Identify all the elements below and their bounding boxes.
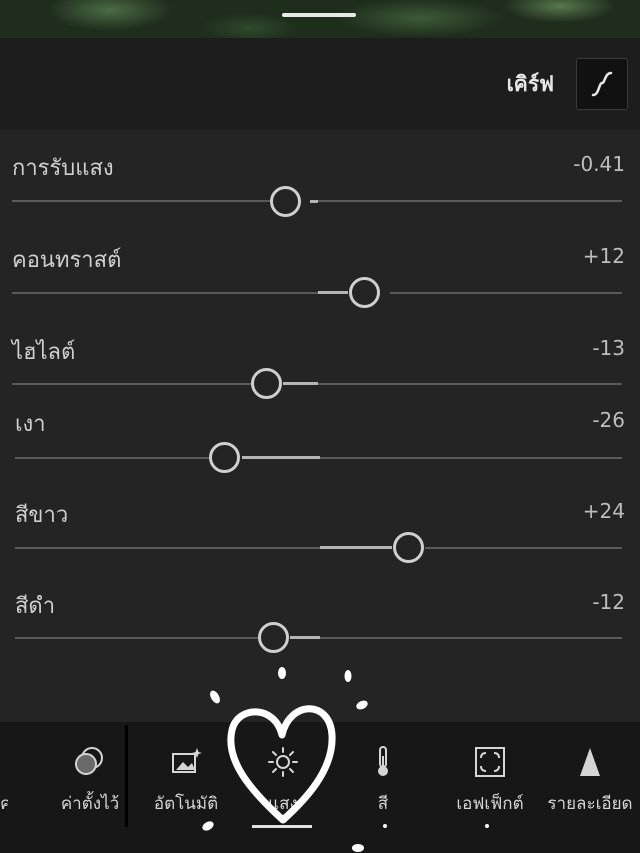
slider-label-whites: สีขาว [15, 503, 69, 528]
tab-label-effects: เอฟเฟ็กต์ [456, 794, 524, 814]
slider-track-highlights[interactable] [12, 383, 252, 385]
slider-track-blacks[interactable] [15, 637, 259, 639]
slider-track-blacks-right[interactable] [320, 637, 622, 639]
slider-thumb-whites[interactable] [393, 532, 424, 563]
tab-auto[interactable]: อัตโนมัติ [136, 738, 236, 828]
light-sliders [0, 130, 640, 722]
slider-fill-whites [320, 546, 392, 549]
slider-label-exposure: การรับแสง [12, 156, 114, 181]
slider-thumb-shadows[interactable] [209, 442, 240, 473]
slider-fill-blacks [290, 636, 320, 639]
slider-label-highlights: ไฮไลต์ [12, 340, 76, 365]
selected-tab-indicator [252, 825, 312, 828]
thermometer-icon [378, 746, 388, 776]
slider-label-shadows: เงา [15, 412, 46, 437]
slider-track-shadows[interactable] [15, 457, 209, 459]
slider-thumb-blacks[interactable] [258, 622, 289, 653]
slider-track-whites-right[interactable] [425, 547, 622, 549]
slider-track-contrast[interactable] [12, 292, 318, 294]
curve-button[interactable] [576, 58, 628, 110]
slider-label-contrast: คอนทราสต์ [12, 248, 122, 273]
tab-effects[interactable]: เอฟเฟ็กต์ [440, 738, 540, 828]
sun-icon [268, 747, 298, 777]
tab-label-color: สี [377, 794, 389, 814]
auto-icon [172, 748, 202, 773]
slider-fill-exposure [310, 200, 318, 203]
slider-value-highlights: -13 [592, 336, 625, 360]
slider-value-exposure: -0.41 [573, 152, 625, 176]
slider-thumb-exposure[interactable] [270, 186, 301, 217]
slider-track-contrast-right[interactable] [390, 292, 622, 294]
slider-track-exposure-right[interactable] [318, 200, 622, 202]
tab-label-presets: ค่าตั้งไว้ [60, 794, 120, 814]
slider-value-contrast: +12 [582, 244, 625, 268]
presets-icon [75, 747, 103, 775]
slider-value-shadows: -26 [592, 408, 625, 432]
tone-curve-icon [591, 71, 613, 97]
detail-icon [580, 748, 600, 776]
slider-value-whites: +24 [582, 499, 625, 523]
curve-title: เคิร์ฟ [506, 72, 554, 96]
tab-label-auto: อัตโนมัติ [153, 794, 219, 814]
slider-track-shadows-right[interactable] [320, 457, 622, 459]
slider-fill-shadows [242, 456, 320, 459]
tab-presets[interactable]: ค่าตั้งไว้ [38, 738, 142, 828]
tab-detail[interactable]: รายละเอียด [540, 738, 640, 828]
drag-handle[interactable] [282, 13, 356, 17]
tab-label-light: แสง [268, 794, 298, 814]
tab-color[interactable]: สี [350, 738, 416, 828]
tab-label-detail: รายละเอียด [547, 794, 633, 814]
slider-track-highlights-right[interactable] [318, 383, 622, 385]
slider-fill-contrast [318, 291, 348, 294]
slider-track-exposure[interactable] [12, 200, 272, 202]
tab-light[interactable]: แสง [245, 738, 321, 828]
slider-thumb-highlights[interactable] [251, 368, 282, 399]
slider-value-blacks: -12 [592, 590, 625, 614]
effects-icon [475, 747, 505, 777]
slider-label-blacks: สีดำ [15, 594, 56, 619]
slider-thumb-contrast[interactable] [349, 277, 380, 308]
tab-clipped-left[interactable]: ค [0, 790, 8, 817]
slider-track-whites[interactable] [15, 547, 320, 549]
photo-preview [0, 0, 640, 38]
slider-fill-highlights [283, 382, 318, 385]
